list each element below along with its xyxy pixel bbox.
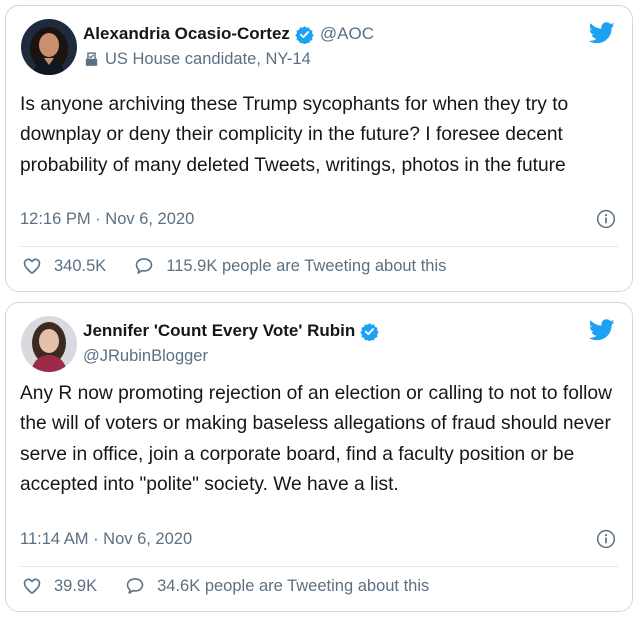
speech-bubble-icon [126,578,144,594]
tweeting-count: 34.6K people are Tweeting about this [157,576,430,595]
heart-icon [23,578,41,594]
like-button[interactable]: 340.5K [22,256,106,276]
author-name[interactable]: Jennifer 'Count Every Vote' Rubin [83,321,355,341]
author-handle[interactable]: @JRubinBlogger [83,347,208,366]
twitter-bird-icon[interactable] [589,319,615,341]
like-count: 340.5K [54,256,107,275]
conversation-link[interactable]: 115.9K people are Tweeting about this [134,256,446,276]
like-button[interactable]: 39.9K [22,576,97,596]
verified-badge-icon [360,322,379,341]
tweeting-count: 115.9K people are Tweeting about this [166,256,447,275]
divider [20,566,618,567]
author-handle[interactable]: @AOC [320,24,374,44]
divider [20,246,618,247]
tweet-text: Is anyone archiving these Trump sycophan… [20,94,569,176]
twitter-bird-icon[interactable] [589,22,615,44]
ballot-box-icon [85,52,98,66]
verified-badge-icon [295,25,314,44]
info-icon[interactable] [596,529,616,549]
avatar[interactable] [21,316,77,372]
heart-icon [23,258,41,274]
like-count: 39.9K [54,576,98,595]
tweet-text: Any R now promoting rejection of an elec… [20,383,612,496]
candidate-label: US House candidate, NY-14 [105,50,311,68]
info-icon[interactable] [596,209,616,229]
tweet-timestamp[interactable]: 12:16 PM · Nov 6, 2020 [20,210,194,229]
conversation-link[interactable]: 34.6K people are Tweeting about this [125,576,429,596]
speech-bubble-icon [136,258,153,274]
avatar[interactable] [21,19,77,75]
tweet-timestamp[interactable]: 11:14 AM · Nov 6, 2020 [20,530,192,549]
tweet-card-aoc[interactable]: Alexandria Ocasio-Cortez @AOC US House c… [5,5,633,292]
tweet-card-rubin[interactable]: Jennifer 'Count Every Vote' Rubin @JRubi… [5,302,633,612]
author-name[interactable]: Alexandria Ocasio-Cortez [83,24,290,44]
